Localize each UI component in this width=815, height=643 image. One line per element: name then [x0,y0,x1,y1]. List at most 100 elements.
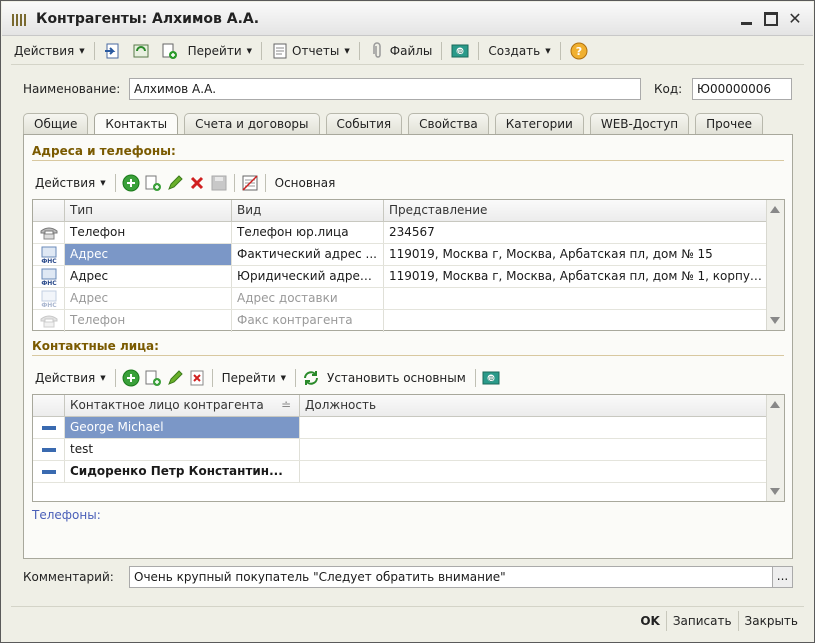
copy-row-icon[interactable] [144,174,162,192]
set-main-contact-button[interactable]: Установить основным [324,369,469,387]
tab-web-access[interactable]: WEB-Доступ [589,113,690,135]
dropdown-arrow-icon: ▼ [545,46,551,55]
no-filter-icon[interactable] [241,174,259,192]
tab-events[interactable]: События [325,113,403,135]
main-toolbar: Действия ▼ Перейти ▼ Отчеты ▼ Файлы @ Со… [11,37,804,65]
maximize-button[interactable] [763,12,779,26]
column-header-position[interactable]: Должность [300,395,768,416]
ok-button[interactable]: OK [634,611,666,631]
tab-accounts[interactable]: Счета и договоры [184,113,320,135]
dropdown-arrow-icon: ▼ [280,374,287,382]
table-row[interactable]: ФНС Адрес Юридический адрес ... 119019, … [33,266,784,288]
phone-icon [33,310,65,332]
save-disabled-icon [211,175,227,191]
toolbar-separator [261,41,263,60]
row-kind: Фактический адрес ... [232,244,384,265]
table-row[interactable]: ФНС Адрес Фактический адрес ... 119019, … [33,244,784,266]
table-row[interactable]: test [33,439,784,461]
column-header-kind[interactable]: Вид [232,200,384,221]
mark-delete-icon[interactable] [188,369,206,387]
comment-field[interactable]: Очень крупный покупатель "Следует обрати… [129,566,773,588]
table-row[interactable]: George Michael [33,417,784,439]
dropdown-arrow-icon: ▼ [100,374,106,382]
minimize-button[interactable] [739,12,755,26]
help-button[interactable]: ? [567,40,591,62]
toolbar-separator [93,41,95,60]
comment-select-button[interactable]: ... [772,566,793,588]
row-type: Адрес [65,288,232,309]
dropdown-arrow-icon: ▼ [79,46,85,55]
add-icon[interactable] [122,174,140,192]
column-header-contact[interactable]: Контактное лицо контрагента ≐ [65,395,300,416]
icon-column-header [33,200,65,221]
dropdown-arrow-icon: ▼ [344,46,350,55]
contacts-actions-label: Действия [35,371,96,385]
section-divider [32,355,784,356]
addresses-table: Тип Вид Представление Телефон Телефон юр… [32,199,785,332]
tab-other[interactable]: Прочее [695,113,763,135]
actions-menu-button[interactable]: Действия ▼ [11,42,88,60]
create-menu-button[interactable]: Создать ▼ [485,42,553,60]
row-type: Телефон [65,222,232,243]
column-header-contact-label: Контактное лицо контрагента [70,398,264,412]
copy-button[interactable] [157,40,181,62]
tab-general[interactable]: Общие [23,113,89,135]
close-window-button[interactable]: ✕ [787,11,803,27]
tab-properties[interactable]: Свойства [408,113,489,135]
contacts-actions-button[interactable]: Действия ▼ [32,369,109,387]
files-button[interactable]: Файлы [366,40,436,62]
table-row[interactable]: ФНС Адрес Адрес доставки [33,288,784,310]
post-button[interactable] [101,40,125,62]
dropdown-arrow-icon: ▼ [246,46,253,55]
phones-link[interactable]: Телефоны: [32,508,101,522]
close-button[interactable]: Закрыть [737,610,804,631]
column-header-value[interactable]: Представление [384,200,768,221]
row-kind: Телефон юр.лица [232,222,384,243]
add-icon[interactable] [122,369,140,387]
addresses-actions-label: Действия [35,176,96,190]
toolbar-separator [211,369,213,387]
addresses-actions-button[interactable]: Действия ▼ [32,174,109,192]
email-icon[interactable]: @ [482,369,500,387]
contact-icon [33,417,65,438]
set-main-address-button[interactable]: Основная [272,174,339,192]
table-row[interactable]: Телефон Факс контрагента [33,310,784,332]
contacts-section-title: Контактные лица: [32,339,159,353]
row-type: Адрес [65,244,232,265]
addresses-table-header: Тип Вид Представление [33,200,784,222]
scroll-up-icon[interactable] [770,206,780,213]
edit-pencil-icon[interactable] [166,369,184,387]
contacts-goto-button[interactable]: Перейти ▼ [219,369,289,387]
help-icon: ? [570,42,588,59]
scroll-up-icon[interactable] [770,401,780,408]
refresh-button[interactable] [129,40,153,62]
save-button[interactable]: Записать [665,610,738,631]
toolbar-separator [233,174,235,192]
name-field[interactable]: Алхимов А.А. [129,78,641,100]
contacts-goto-label: Перейти [221,371,276,385]
row-contact-position [300,439,768,460]
tab-categories[interactable]: Категории [494,113,584,135]
table-row[interactable]: Сидоренко Петр Константин... [33,461,784,483]
addresses-scrollbar[interactable] [766,200,784,330]
tab-contacts[interactable]: Контакты [94,113,179,136]
contacts-scrollbar[interactable] [766,395,784,501]
code-label: Код: [654,82,683,96]
code-field[interactable]: Ю00000006 [692,78,792,100]
name-label: Наименование: [23,82,121,96]
scroll-down-icon[interactable] [770,488,780,495]
scroll-down-icon[interactable] [770,317,780,324]
create-label: Создать [488,43,541,58]
goto-menu-button[interactable]: Перейти ▼ [185,42,255,60]
phone-icon [33,222,65,243]
column-header-type[interactable]: Тип [65,200,232,221]
bottom-bar: OK Записать Закрыть [11,606,804,634]
reports-menu-button[interactable]: Отчеты ▼ [268,40,353,62]
svg-text:?: ? [575,45,581,58]
table-row[interactable]: Телефон Телефон юр.лица 234567 [33,222,784,244]
delete-icon[interactable] [188,174,206,192]
refresh-icon[interactable] [302,369,320,387]
edit-pencil-icon[interactable] [166,174,184,192]
email-button[interactable]: @ [448,40,472,62]
copy-row-icon[interactable] [144,369,162,387]
